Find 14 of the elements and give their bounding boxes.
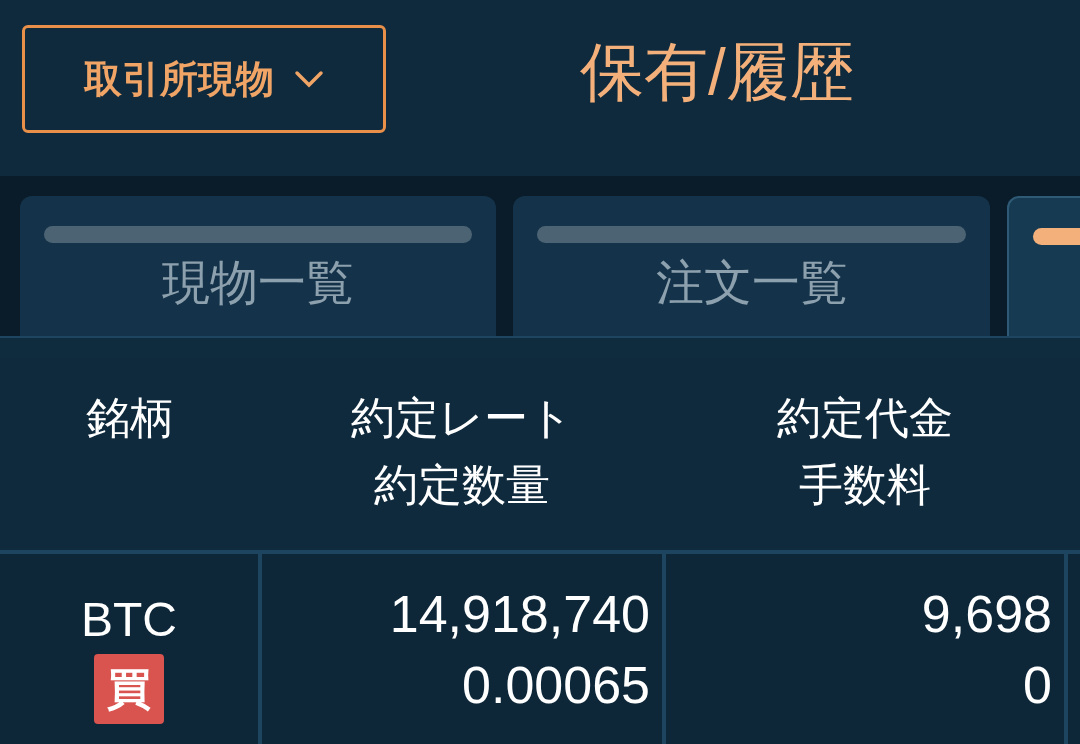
chevron-down-icon xyxy=(294,70,324,88)
amount-value: 9,698 xyxy=(921,584,1052,645)
market-dropdown[interactable]: 取引所現物 xyxy=(22,25,386,133)
tab[interactable]: 現物一覧 xyxy=(20,196,496,336)
column-header: 約定代金 手数料 xyxy=(776,392,954,511)
fee-value: 0 xyxy=(1023,655,1052,716)
quantity-value: 0.00065 xyxy=(462,655,650,716)
rate-value: 14,918,740 xyxy=(389,584,650,645)
column-header: 約定レート 約定数量 xyxy=(350,392,574,511)
side-badge: 買 xyxy=(94,654,164,724)
tab[interactable]: 注文一覧 xyxy=(513,196,990,336)
column-header: 銘柄 xyxy=(85,392,175,444)
symbol-text: BTC xyxy=(81,592,177,648)
page-title: 保有/履歴 xyxy=(580,40,854,104)
